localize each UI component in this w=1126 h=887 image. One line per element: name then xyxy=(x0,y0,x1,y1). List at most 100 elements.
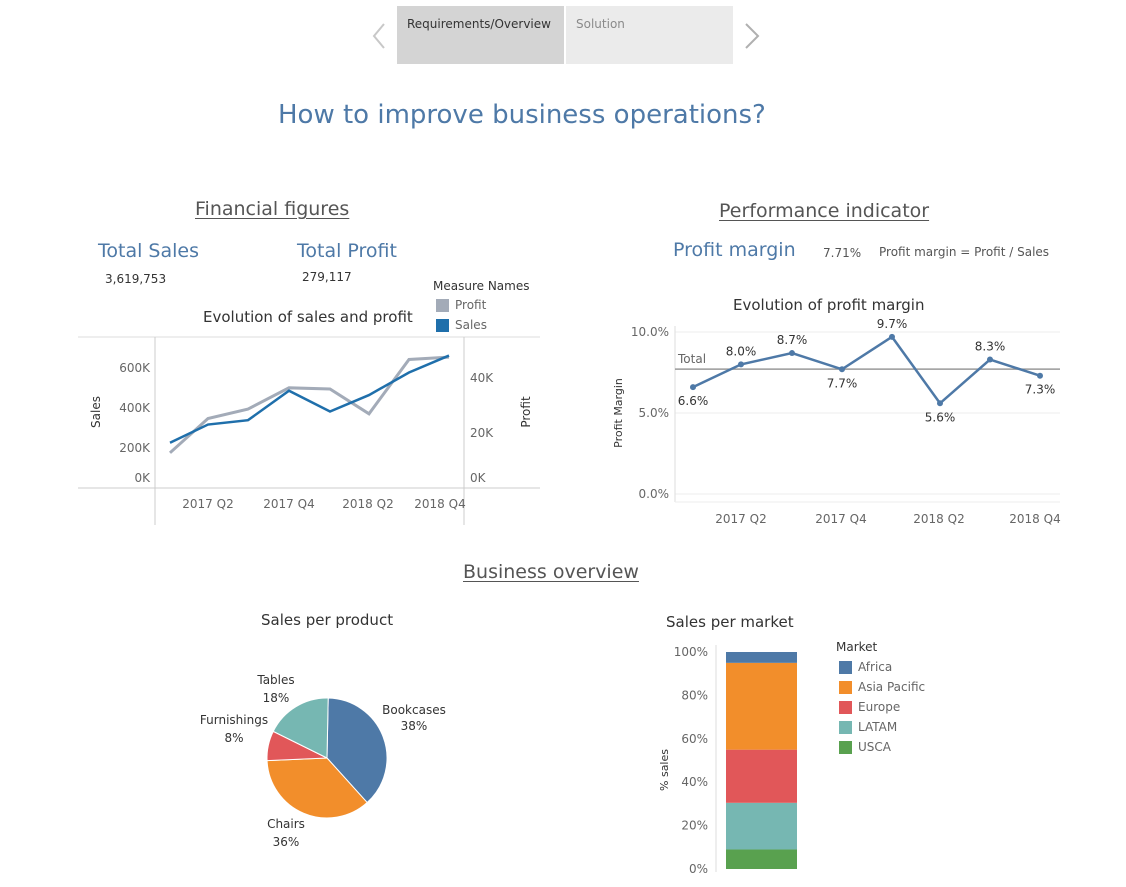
legend-swatch xyxy=(839,740,852,754)
sales-profit-chart-title: Evolution of sales and profit xyxy=(203,308,413,326)
data-label: 8.0% xyxy=(726,344,757,358)
legend-label-profit: Profit xyxy=(455,298,487,312)
data-label: 7.7% xyxy=(827,376,858,390)
y-axis-label: Profit Margin xyxy=(612,378,625,448)
y-tick-label: 40% xyxy=(681,775,708,789)
profit-margin-label: Profit margin xyxy=(673,239,796,261)
profit-margin-formula: Profit margin = Profit / Sales xyxy=(879,245,1050,259)
pie-label-pct: 18% xyxy=(263,691,290,705)
data-point xyxy=(1037,372,1043,379)
legend-label: Asia Pacific xyxy=(858,680,926,694)
sales-profit-chart[interactable]: 0K 200K 400K 600K 0K 20K 40K Sales Profit 2017 Q2… xyxy=(78,330,543,530)
x-tick-label: 2017 Q2 xyxy=(182,497,233,511)
y2-tick-label: 40K xyxy=(470,371,494,385)
legend-item-africa[interactable]: Africa xyxy=(839,660,892,674)
data-point xyxy=(889,333,895,340)
profit-series-line xyxy=(168,355,450,454)
measure-names-legend-title: Measure Names xyxy=(433,279,530,293)
y-tick-label: 10.0% xyxy=(631,325,669,339)
y-axis-label: % sales xyxy=(658,749,671,791)
pie-label-pct: 8% xyxy=(224,731,243,745)
y-tick-label: 100% xyxy=(674,645,708,659)
legend-item-latam[interactable]: LATAM xyxy=(839,720,897,734)
y-tick-label: 400K xyxy=(119,401,151,415)
bar-segment-europe xyxy=(726,749,797,803)
y-tick-label: 5.0% xyxy=(639,406,670,420)
legend-item-europe[interactable]: Europe xyxy=(839,700,900,714)
y-tick-label: 200K xyxy=(119,441,151,455)
performance-indicator-heading: Performance indicator xyxy=(719,200,930,222)
legend-label: USCA xyxy=(858,740,891,754)
bar-segment-usca xyxy=(726,849,797,869)
y-tick-label: 600K xyxy=(119,361,151,375)
data-label: 7.3% xyxy=(1025,383,1056,397)
legend-item-profit[interactable]: Profit xyxy=(436,298,486,312)
pie-label-name: Tables xyxy=(256,673,294,687)
next-arrow-icon[interactable] xyxy=(740,18,764,54)
profit-margin-value: 7.71% xyxy=(823,246,862,260)
y-tick-label: 0.0% xyxy=(639,487,670,501)
legend-item-asia-pacific[interactable]: Asia Pacific xyxy=(839,680,925,694)
pie-label-pct: 36% xyxy=(273,835,300,849)
sales-per-product-pie[interactable]: Bookcases 38% Chairs 36% Furnishings 8% Tables… xyxy=(190,660,470,860)
x-tick-label: 2018 Q2 xyxy=(342,497,393,511)
legend-label: LATAM xyxy=(858,720,898,734)
market-legend-title: Market xyxy=(836,640,878,654)
total-profit-value: 279,117 xyxy=(302,270,352,284)
data-label: 5.6% xyxy=(925,410,956,424)
x-tick-label: 2017 Q2 xyxy=(715,512,766,526)
sales-per-market-bar[interactable]: 0% 20% 40% 60% 80% 100% % sales xyxy=(650,640,820,880)
legend-swatch xyxy=(839,720,852,734)
data-point xyxy=(987,356,993,363)
pie-label-name: Bookcases xyxy=(382,703,446,717)
data-label: 8.3% xyxy=(975,340,1006,354)
pie-label-name: Furnishings xyxy=(200,713,268,727)
profit-margin-chart-title: Evolution of profit margin xyxy=(733,296,925,314)
x-tick-label: 2018 Q4 xyxy=(414,497,465,511)
sales-series-line xyxy=(169,354,450,444)
data-label: 8.7% xyxy=(777,333,808,347)
previous-arrow-icon[interactable] xyxy=(368,18,392,54)
y-tick-label: 20% xyxy=(681,819,708,833)
tab-requirements-overview[interactable]: Requirements/Overview xyxy=(397,6,564,64)
bar-segment-latam xyxy=(726,802,797,850)
data-point xyxy=(738,361,744,368)
x-tick-label: 2017 Q4 xyxy=(263,497,314,511)
x-tick-label: 2018 Q2 xyxy=(913,512,964,526)
y2-axis-label: Profit xyxy=(519,396,533,428)
legend-swatch xyxy=(839,680,852,694)
bar-segment-africa xyxy=(726,652,797,663)
legend-item-usca[interactable]: USCA xyxy=(839,740,891,754)
sales-per-market-title: Sales per market xyxy=(666,613,794,631)
y-tick-label: 0K xyxy=(134,471,151,485)
data-point xyxy=(690,384,696,391)
total-sales-value: 3,619,753 xyxy=(105,272,167,286)
x-tick-label: 2017 Q4 xyxy=(815,512,866,526)
data-point xyxy=(789,350,795,357)
reference-line-label: Total xyxy=(677,352,706,366)
bar-segment-asia-pacific xyxy=(726,662,797,750)
financial-figures-heading: Financial figures xyxy=(195,198,350,220)
pie-label-name: Chairs xyxy=(267,817,305,831)
profit-margin-chart[interactable]: 0.0% 5.0% 10.0% Profit Margin Total 6.6% 8.0% 8… xyxy=(605,318,1065,533)
total-sales-label: Total Sales xyxy=(98,240,199,262)
y-tick-label: 60% xyxy=(681,732,708,746)
legend-label: Europe xyxy=(858,700,901,714)
legend-swatch xyxy=(839,660,852,674)
legend-label: Africa xyxy=(858,660,893,674)
tab-solution[interactable]: Solution xyxy=(566,6,733,64)
profit-swatch xyxy=(436,298,449,312)
sales-per-product-title: Sales per product xyxy=(261,611,394,629)
y2-tick-label: 0K xyxy=(470,471,487,485)
data-point xyxy=(839,366,845,373)
x-tick-label: 2018 Q4 xyxy=(1009,512,1060,526)
data-point xyxy=(937,400,943,407)
data-label: 9.7% xyxy=(877,318,908,331)
y-tick-label: 80% xyxy=(681,688,708,702)
pie-label-pct: 38% xyxy=(401,719,428,733)
page-title: How to improve business operations? xyxy=(278,100,766,130)
y-tick-label: 0% xyxy=(689,862,708,876)
total-profit-label: Total Profit xyxy=(297,240,397,262)
data-label: 6.6% xyxy=(678,394,709,408)
legend-swatch xyxy=(839,700,852,714)
